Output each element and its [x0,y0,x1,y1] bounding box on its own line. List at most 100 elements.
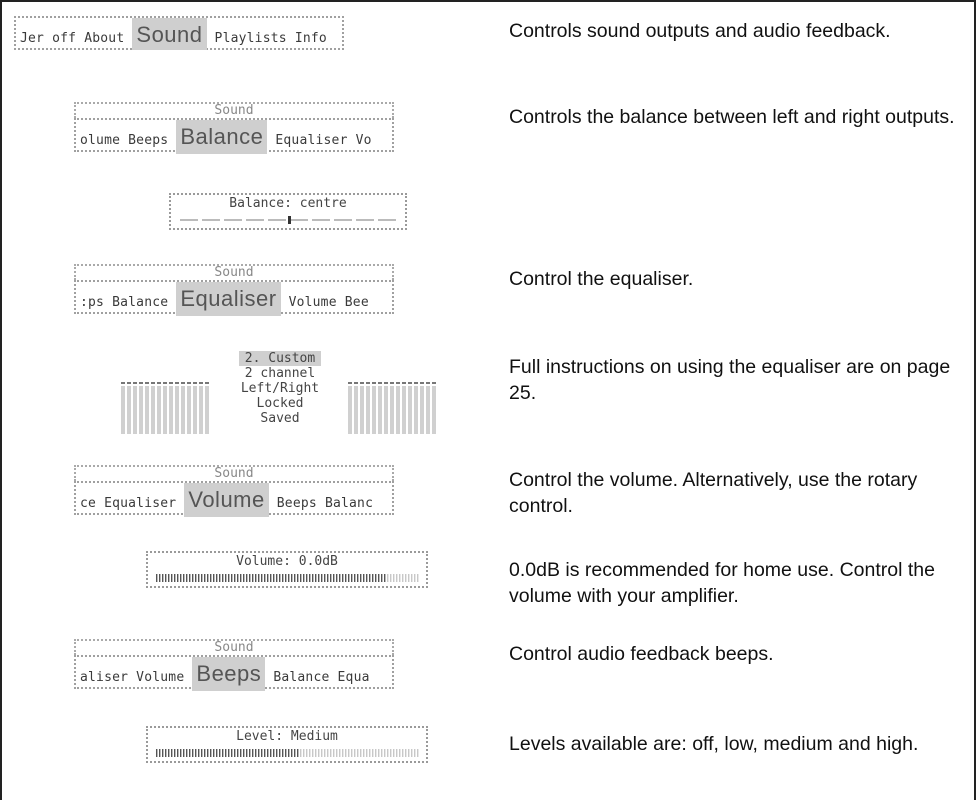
gauge-tick [159,574,161,582]
gauge-tick [162,574,164,582]
balance-dash [356,219,374,221]
gauge-tick [168,749,170,757]
beep-level-gauge: Level: Medium [146,726,428,763]
gauge-tick [210,574,212,582]
gauge-tick [357,749,359,757]
gauge-tick [279,749,281,757]
gauge-tick [288,749,290,757]
gauge-tick [198,749,200,757]
eq-band-top [384,382,388,384]
balance-dash [246,219,264,221]
gauge-tick [306,574,308,582]
gauge-tick [333,574,335,582]
preset-item-3[interactable]: Left/Right [222,381,338,396]
gauge-tick [303,749,305,757]
gauge-tick [330,749,332,757]
sound-menu-bar: :ps Balance Equaliser Volume Bee [74,280,394,316]
menu-items-left[interactable]: ce Equaliser [80,496,176,511]
gauge-tick [213,574,215,582]
gauge-tick [369,749,371,757]
menu-items-right[interactable]: Balance Equa [273,670,369,685]
menu-selected-item[interactable]: Balance [176,120,268,154]
main-menu-items-right[interactable]: Playlists Info [215,31,327,46]
eq-band [402,386,406,434]
gauge-tick [396,749,398,757]
gauge-tick [408,574,410,582]
gauge-tick [219,574,221,582]
eq-band-top [187,382,191,384]
eq-band [426,386,430,434]
eq-band-top [127,382,131,384]
gauge-tick [225,574,227,582]
menu-selected-item[interactable]: Volume [184,483,269,517]
gauge-tick [273,749,275,757]
eq-band-top [360,382,364,384]
gauge-tick [189,574,191,582]
gauge-tick [270,574,272,582]
preset-item-5[interactable]: Saved [222,411,338,426]
eq-band [157,386,161,434]
menu-selected-item[interactable]: Equaliser [176,282,281,316]
gauge-tick [264,574,266,582]
gauge-tick [312,574,314,582]
gauge-tick [222,749,224,757]
gauge-tick [249,574,251,582]
menu-items-right[interactable]: Equaliser Vo [275,133,371,148]
gauge-tick [411,574,413,582]
gauge-tick [288,574,290,582]
gauge-tick [390,749,392,757]
eq-band [121,386,125,434]
gauge-tick [309,749,311,757]
eq-band [199,386,203,434]
sound-menu-bar: aliser Volume Beeps Balance Equa [74,655,394,691]
main-menu-items-left[interactable]: Jer off About [20,31,124,46]
gauge-tick [177,574,179,582]
main-menu-selected-item[interactable]: Sound [132,18,207,50]
eq-band-top [205,382,209,384]
balance-menu-display: Sound olume Beeps Balance Equaliser Vo [74,102,394,154]
eq-band-top [402,382,406,384]
gauge-tick [417,574,419,582]
menu-items-right[interactable]: Beeps Balanc [277,496,373,511]
gauge-tick [318,749,320,757]
gauge-tick [309,574,311,582]
eq-band-top [163,382,167,384]
preset-item-1[interactable]: 2. Custom [222,351,338,366]
eq-band-top [133,382,137,384]
gauge-tick [204,574,206,582]
preset-item-4[interactable]: Locked [222,396,338,411]
gauge-tick [381,574,383,582]
eq-band-top [193,382,197,384]
gauge-tick [198,574,200,582]
eq-band [169,386,173,434]
volume-gauge-description: 0.0dB is recommended for home use. Contr… [509,559,935,607]
gauge-tick [168,574,170,582]
balance-dash [334,219,352,221]
balance-label: Balance: centre [229,196,347,211]
menu-items-left[interactable]: olume Beeps [80,133,168,148]
menu-items-left[interactable]: aliser Volume [80,670,184,685]
main-menu-bar: Jer off About Sound Playlists Info [14,16,344,50]
menu-selected-item[interactable]: Beeps [192,657,266,691]
eq-band [396,386,400,434]
gauge-tick [414,749,416,757]
gauge-tick [294,749,296,757]
eq-band [163,386,167,434]
gauge-tick [315,574,317,582]
gauge-tick [345,749,347,757]
equaliser-menu-description: Control the equaliser. [509,268,694,290]
eq-band-top [181,382,185,384]
gauge-tick [192,749,194,757]
menu-items-right[interactable]: Volume Bee [289,295,369,310]
eq-band [366,386,370,434]
gauge-tick [351,574,353,582]
gauge-tick [174,749,176,757]
gauge-tick [300,574,302,582]
gauge-tick [315,749,317,757]
menu-items-left[interactable]: :ps Balance [80,295,168,310]
equaliser-menu-display: Sound :ps Balance Equaliser Volume Bee [74,264,394,316]
gauge-tick [231,749,233,757]
eq-band [193,386,197,434]
preset-item-2[interactable]: 2 channel [222,366,338,381]
menu-title: Sound [74,264,394,280]
